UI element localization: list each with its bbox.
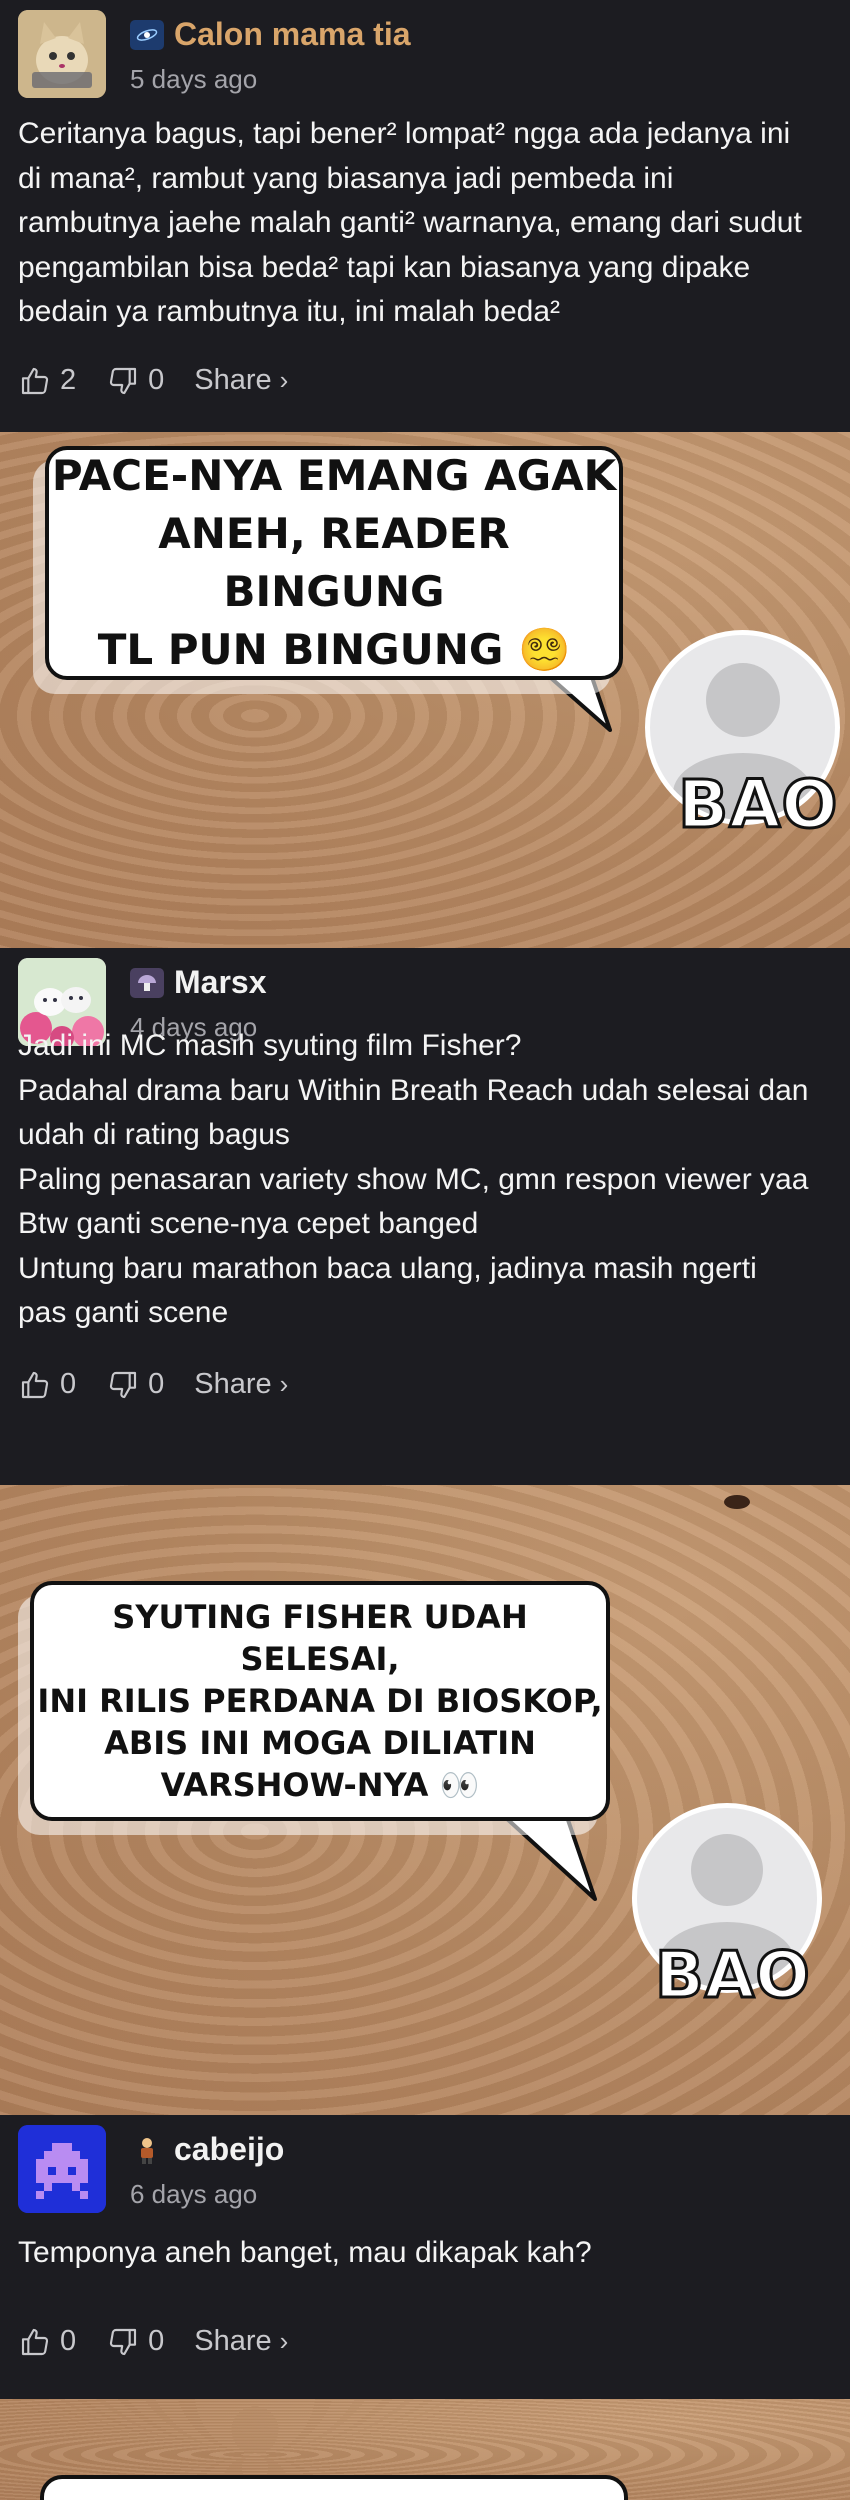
comment-actions: 0 0 Share › xyxy=(18,1368,288,1401)
comment-card: Calon mama tia 5 days ago Ceritanya bagu… xyxy=(0,0,850,432)
like-button[interactable]: 0 xyxy=(18,1368,76,1401)
comment-time: 5 days ago xyxy=(130,64,258,94)
share-label: Share xyxy=(194,2325,272,2357)
comment-actions: 2 0 Share › xyxy=(18,364,288,397)
comment-card: cabeijo 6 days ago Temponya aneh banget,… xyxy=(0,2115,850,2399)
avatar[interactable] xyxy=(18,10,106,98)
comment-line: Btw ganti scene-nya cepet banged xyxy=(18,1207,479,1240)
like-count: 2 xyxy=(60,364,77,396)
comic-panel: SYUTING FISHER UDAH SELESAI, INI RILIS P… xyxy=(0,1485,850,2115)
mushroom-badge-icon xyxy=(130,967,164,998)
chevron-right-icon: › xyxy=(279,2326,289,2356)
comment-line: Untung baru marathon baca ulang, jadinya… xyxy=(18,1251,757,1285)
comment-line: Jadi ini MC masih syuting film Fisher? xyxy=(18,1029,522,1062)
comic-panel xyxy=(0,2399,850,2500)
dislike-button[interactable]: 0 xyxy=(106,364,164,397)
speaker-label: BAO xyxy=(654,1938,812,2015)
thumbs-up-icon xyxy=(21,1371,49,1398)
like-button[interactable]: 2 xyxy=(18,364,76,397)
dislike-button[interactable]: 0 xyxy=(106,1368,164,1401)
comment-line: rambutnya jaehe malah ganti² warnanya, e… xyxy=(18,206,802,239)
share-label: Share xyxy=(194,364,272,396)
speech-text: PACE-NYA EMANG AGAK ANEH, READER BINGUNG… xyxy=(51,451,617,674)
comment-line: Padahal drama baru Within Breath Reach u… xyxy=(18,1073,809,1107)
dislike-count: 0 xyxy=(148,2325,165,2357)
person-head-icon xyxy=(705,663,780,737)
speaker-label: BAO xyxy=(677,765,839,845)
like-button[interactable]: 0 xyxy=(18,2325,76,2358)
person-head-icon xyxy=(691,1834,763,1906)
author-row: Calon mama tia xyxy=(130,16,411,53)
share-button[interactable]: Share › xyxy=(194,1368,288,1401)
dislike-count: 0 xyxy=(148,1368,165,1400)
thumbs-up-icon xyxy=(21,2328,49,2355)
comment-line: Paling penasaran variety show MC, gmn re… xyxy=(18,1162,809,1196)
avatar[interactable] xyxy=(18,2125,106,2213)
share-button[interactable]: Share › xyxy=(194,2325,288,2358)
comic-panel: PACE-NYA EMANG AGAK ANEH, READER BINGUNG… xyxy=(0,432,850,948)
speech-bubble xyxy=(40,2475,628,2500)
comment-actions: 0 0 Share › xyxy=(18,2325,288,2358)
author-name[interactable]: cabeijo xyxy=(174,2131,284,2168)
cat-avatar-icon xyxy=(18,10,106,98)
comment-body: Jadi ini MC masih syuting film Fisher? P… xyxy=(18,1024,830,1336)
speech-bubble: PACE-NYA EMANG AGAK ANEH, READER BINGUNG… xyxy=(45,446,623,680)
speech-text: SYUTING FISHER UDAH SELESAI, INI RILIS P… xyxy=(37,1598,603,1804)
author-row: cabeijo xyxy=(130,2131,284,2168)
thumbs-down-icon xyxy=(110,1371,137,1398)
like-count: 0 xyxy=(60,2325,77,2357)
author-name[interactable]: Marsx xyxy=(174,964,267,1001)
pixel-invader-avatar-icon xyxy=(18,2125,106,2213)
comment-line: di mana², rambut yang biasanya jadi pemb… xyxy=(18,161,674,195)
speech-bubble: SYUTING FISHER UDAH SELESAI, INI RILIS P… xyxy=(30,1581,610,1821)
like-count: 0 xyxy=(60,1368,77,1400)
speech-bubble-tail xyxy=(505,1817,597,1901)
share-label: Share xyxy=(194,1368,272,1400)
chevron-right-icon: › xyxy=(279,365,289,395)
comment-line: udah di rating bagus xyxy=(18,1118,290,1151)
comment-line: pengambilan bisa beda² tapi kan biasanya… xyxy=(18,250,751,284)
dislike-count: 0 xyxy=(148,364,165,396)
thumbs-down-icon xyxy=(110,367,137,394)
comment-time: 6 days ago xyxy=(130,2179,258,2209)
comment-card: Marsx 4 days ago Jadi ini MC masih syuti… xyxy=(0,948,850,1485)
comment-line: bedain ya rambutnya itu, ini malah beda² xyxy=(18,295,560,328)
comment-line: pas ganti scene xyxy=(18,1296,229,1329)
speck-mark xyxy=(724,1495,750,1509)
thumbs-up-icon xyxy=(21,367,49,394)
person-badge-icon xyxy=(130,2135,164,2165)
thumbs-down-icon xyxy=(110,2328,137,2355)
author-row: Marsx xyxy=(130,964,267,1001)
author-name[interactable]: Calon mama tia xyxy=(174,16,411,53)
comment-body: Ceritanya bagus, tapi bener² lompat² ngg… xyxy=(18,112,830,335)
galaxy-badge-icon xyxy=(130,19,164,50)
comment-body: Temponya aneh banget, mau dikapak kah? xyxy=(18,2231,830,2276)
chevron-right-icon: › xyxy=(279,1369,289,1399)
comment-line: Ceritanya bagus, tapi bener² lompat² ngg… xyxy=(18,117,791,150)
comment-line: Temponya aneh banget, mau dikapak kah? xyxy=(18,2236,592,2269)
dislike-button[interactable]: 0 xyxy=(106,2325,164,2358)
share-button[interactable]: Share › xyxy=(194,364,288,397)
